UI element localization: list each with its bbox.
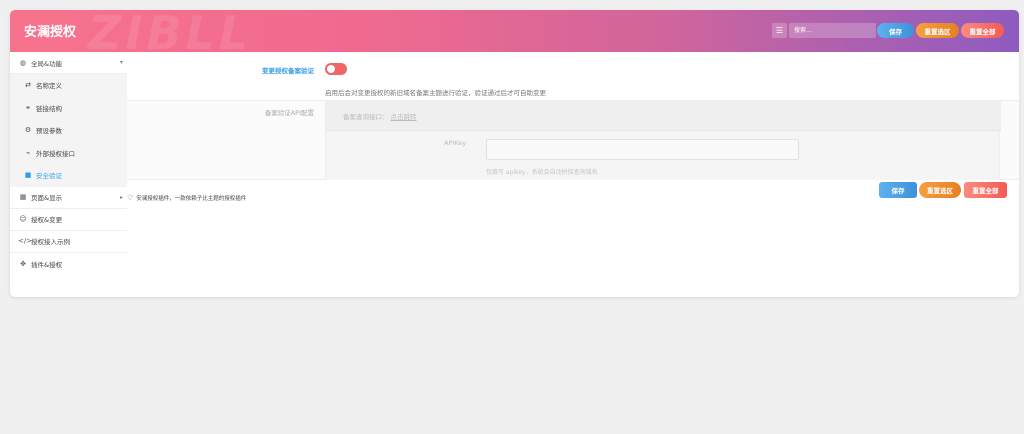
sidebar-item-security[interactable]: ■ 安全验证 (10, 164, 127, 187)
sidebar-group-label: 授权接入示例 (31, 238, 70, 246)
list-icon: ☰ (775, 25, 784, 35)
api-config-row: 备案验证API配置 备案查询接口： 点击跳转 APIKey 仅填写 apikey… (127, 100, 1019, 180)
sidebar-item-label: 安全验证 (36, 172, 62, 181)
sidebar-group-plugins[interactable]: ✥ 插件&授权 (10, 253, 127, 275)
sidebar-item-label: 外部授权接口 (36, 149, 75, 158)
sidebar-item-preset-params[interactable]: ⚙ 预设参数 (10, 119, 127, 142)
sidebar-item-link-structure[interactable]: ⚭ 链接结构 (10, 96, 127, 119)
toggle-knob (327, 65, 335, 73)
chevron-down-icon: ▾ (119, 59, 123, 66)
list-toggle-button[interactable]: ☰ (772, 23, 787, 38)
sidebar-group-label: 插件&授权 (31, 260, 63, 269)
sidebar-group-pages[interactable]: ▦ 页面&显示 ▸ (10, 187, 127, 209)
gears-icon: ⚙ (24, 126, 32, 135)
footer-note: ♡ 安澜授权插件，一款依赖子比主题的授权插件 (127, 194, 246, 202)
header-reset-all-button[interactable]: 重置全部 (961, 23, 1004, 38)
sidebar-group-label: 全局&功能 (31, 59, 63, 68)
page-title: 安澜授权 (24, 25, 77, 40)
footer-note-text: 安澜授权插件，一款依赖子比主题的授权插件 (136, 196, 247, 202)
header-bar: ZIBLL 安澜授权 ☰ 保存 重置选区 重置全部 (10, 10, 1019, 52)
chevron-right-icon: ▸ (119, 193, 123, 201)
sidebar-item-label: 预设参数 (36, 127, 62, 136)
globe-icon: ◍ (19, 58, 27, 67)
header-watermark: ZIBLL (88, 10, 253, 52)
sidebar: ◍ 全局&功能 ▾ ⇄ 名称定义 ⚭ 链接结构 ⚙ 预设参数 ⌁ 外部授权接口 … (10, 52, 127, 297)
sidebar-item-label: 名称定义 (36, 82, 62, 91)
sidebar-group-auth-change[interactable]: ☺ 授权&变更 (10, 209, 127, 231)
footer-reset-section-button[interactable]: 重置选区 (919, 182, 961, 198)
api-endpoint-label: 备案查询接口： (343, 112, 389, 121)
api-endpoint-link[interactable]: 点击跳转 (391, 111, 417, 121)
smile-icon: ☺ (19, 215, 27, 223)
sidebar-item-label: 链接结构 (36, 104, 62, 113)
toggle-description: 启用后会对变更授权的新旧域名备案主题进行验证，验证通过后才可自助变更 (325, 89, 546, 97)
sidebar-item-name-define[interactable]: ⇄ 名称定义 (10, 74, 127, 97)
api-config-box: 备案查询接口： 点击跳转 APIKey 仅填写 apikey，系统会自动拼接查询… (325, 101, 1001, 180)
heart-icon: ♡ (127, 194, 134, 202)
apikey-input[interactable] (486, 139, 799, 160)
api-config-label: 备案验证API配置 (264, 109, 314, 117)
header-save-button[interactable]: 保存 (877, 23, 914, 38)
content-area: 变更授权备案验证 启用后会对变更授权的新旧域名备案主题进行验证，验证通过后才可自… (127, 52, 1019, 297)
sidebar-group-label: 授权&变更 (31, 216, 63, 224)
sidebar-group-global[interactable]: ◍ 全局&功能 ▾ (10, 52, 127, 74)
plug-icon: ⌁ (25, 148, 31, 157)
sidebar-group-label: 页面&显示 (31, 194, 63, 202)
link-icon: ⚭ (25, 103, 31, 112)
footer-save-button[interactable]: 保存 (879, 182, 917, 198)
api-endpoint-line: 备案查询接口： 点击跳转 (326, 101, 1001, 131)
settings-panel: ZIBLL 安澜授权 ☰ 保存 重置选区 重置全部 ◍ 全局&功能 ▾ ⇄ 名称… (10, 10, 1019, 297)
record-verify-toggle[interactable] (325, 63, 347, 75)
apikey-hint: 仅填写 apikey，系统会自动拼接查询域名 (486, 169, 598, 176)
sidebar-group-examples[interactable]: </> 授权接入示例 (10, 231, 127, 253)
header-reset-section-button[interactable]: 重置选区 (916, 23, 959, 38)
apikey-label: APIKey (444, 139, 467, 147)
footer-reset-all-button[interactable]: 重置全部 (964, 182, 1007, 198)
calendar-icon: ▦ (19, 193, 27, 201)
lock-icon: ■ (24, 171, 32, 180)
handshake-icon: ✥ (20, 259, 26, 268)
toggle-label: 变更授权备案验证 (262, 67, 314, 75)
repeat-icon: ⇄ (25, 81, 31, 90)
code-icon: </> (18, 237, 33, 245)
sidebar-item-external-api[interactable]: ⌁ 外部授权接口 (10, 141, 127, 164)
search-input[interactable] (789, 23, 876, 38)
